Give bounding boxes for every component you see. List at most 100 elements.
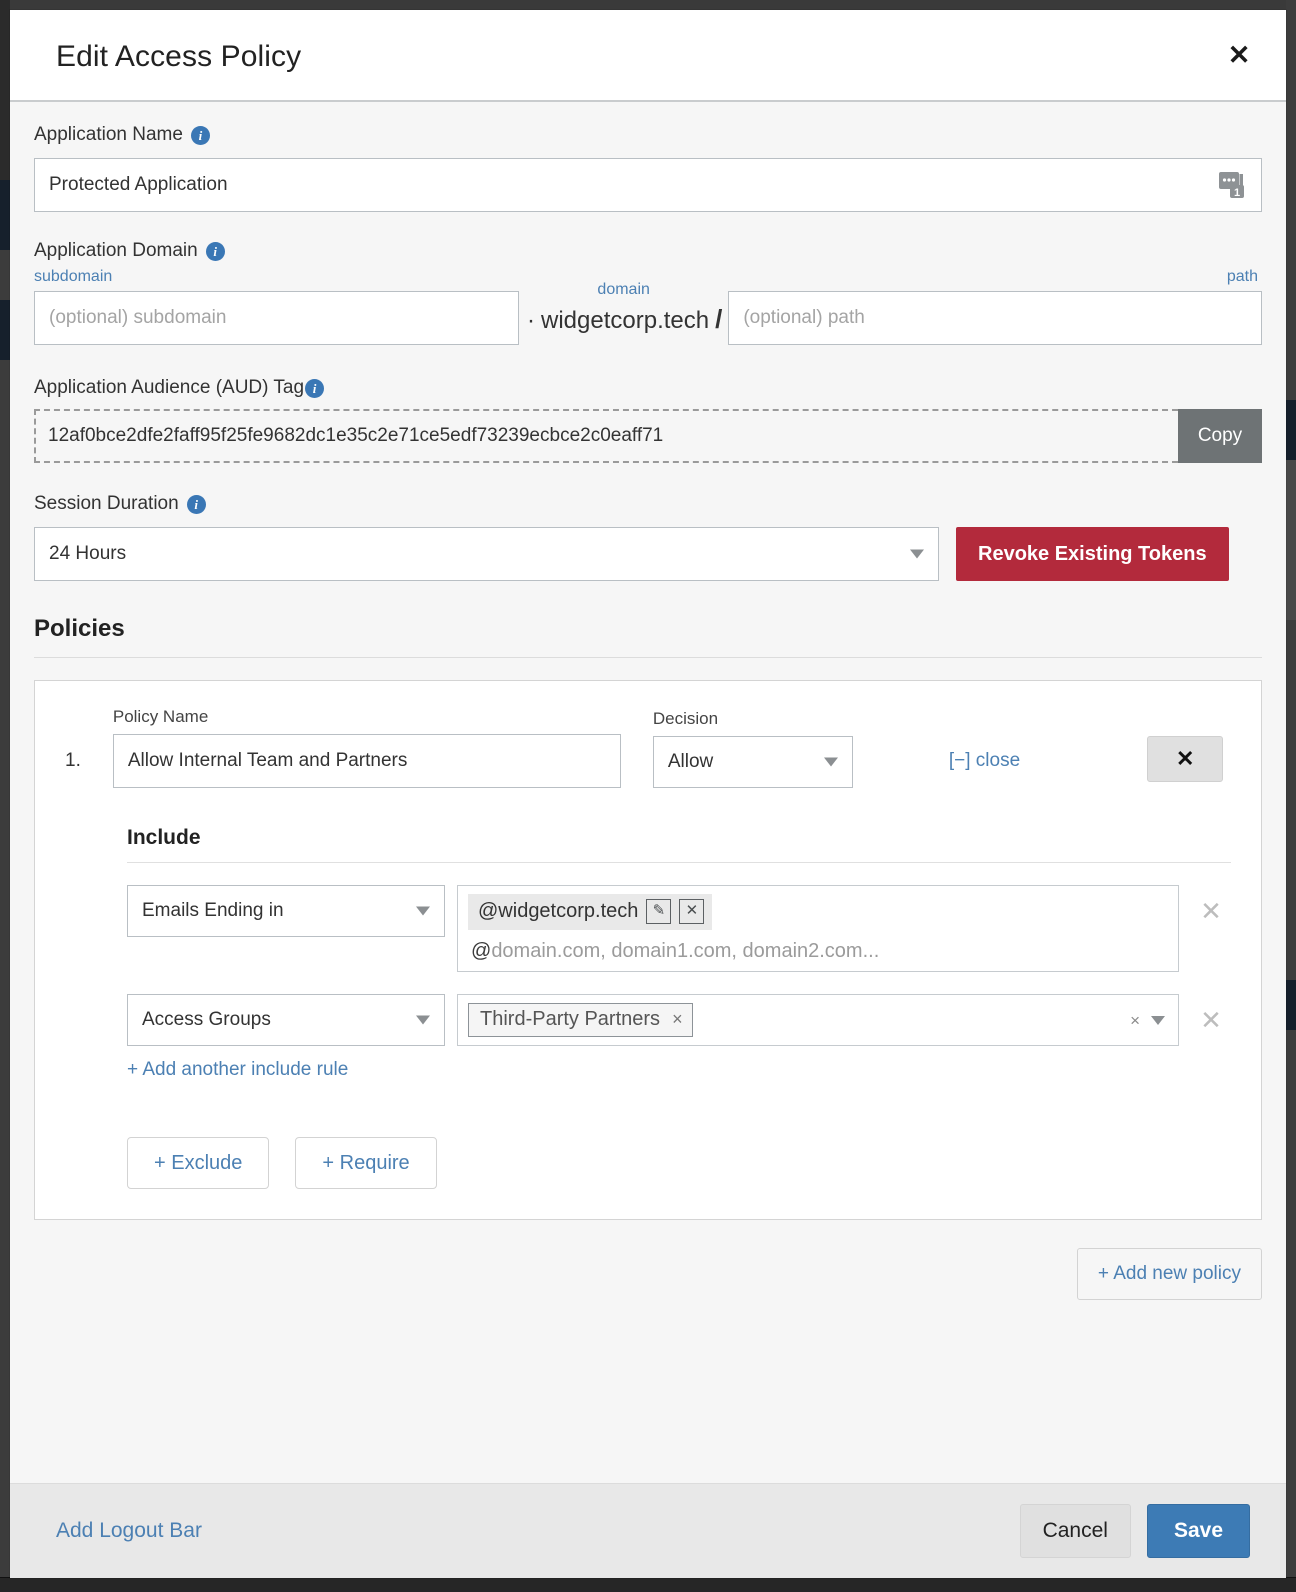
access-group-token-label: Third-Party Partners <box>480 1008 661 1030</box>
policy-decision-column: Decision Allow <box>652 709 853 788</box>
add-require-button[interactable]: + Require <box>295 1137 437 1189</box>
include-rule-type-value: Emails Ending in <box>142 900 284 921</box>
session-duration-select[interactable]: 24 Hours <box>34 527 939 581</box>
application-name-group: Application Name i 1 <box>34 124 1262 212</box>
add-exclude-button[interactable]: + Exclude <box>127 1137 270 1189</box>
modal-header: Edit Access Policy ✕ <box>10 10 1286 102</box>
email-domain-hint: @domain.com, domain1.com, domain2.com... <box>471 940 1168 963</box>
info-icon[interactable]: i <box>190 125 210 145</box>
save-button[interactable]: Save <box>1146 1504 1250 1558</box>
aud-tag-wrap: 12af0bce2dfe2faff95f25fe9682dc1e35c2e71c… <box>34 409 1262 463</box>
policy-remove-button[interactable]: ✕ <box>1147 736 1224 782</box>
domain-dot: · <box>527 307 535 334</box>
policy-name-input[interactable] <box>112 734 621 788</box>
remove-include-rule-icon[interactable]: ✕ <box>1191 885 1231 937</box>
application-domain-label: Application Domain <box>34 240 198 261</box>
policy-decision-label: Decision <box>652 709 719 728</box>
svg-text:1: 1 <box>1234 187 1240 199</box>
policy-name-label: Policy Name <box>112 707 209 726</box>
application-name-input-wrap: 1 <box>34 158 1262 212</box>
close-icon[interactable]: ✕ <box>1222 38 1256 72</box>
cancel-button[interactable]: Cancel <box>1019 1504 1131 1558</box>
domain-static-column: domain · widgetcorp.tech / <box>519 281 728 345</box>
chevron-down-icon <box>416 906 430 916</box>
application-domain-label-row: Application Domain i <box>34 240 1262 262</box>
chevron-down-icon <box>416 1015 430 1025</box>
include-rule-type-select[interactable]: Access Groups <box>127 994 445 1046</box>
session-duration-group: Session Duration i 24 Hours Revoke Exist… <box>34 493 1262 581</box>
path-column: path <box>728 268 1262 345</box>
policies-heading: Policies <box>34 615 1262 658</box>
policy-decision-select[interactable]: Allow <box>652 736 853 788</box>
info-icon[interactable]: i <box>205 241 225 261</box>
subdomain-label: subdomain <box>34 268 113 285</box>
exclude-require-row: + Exclude + Require <box>127 1137 1231 1189</box>
copy-button[interactable]: Copy <box>1178 409 1262 463</box>
include-rule-type-value: Access Groups <box>142 1009 271 1030</box>
app-logo-icon[interactable]: 1 <box>1218 171 1248 199</box>
session-duration-label-row: Session Duration i <box>34 493 1262 515</box>
remove-token-icon[interactable]: × <box>672 1009 683 1030</box>
session-duration-label: Session Duration <box>34 493 179 514</box>
path-input[interactable] <box>728 291 1262 345</box>
email-domain-token-label: @widgetcorp.tech <box>478 900 639 922</box>
session-duration-line: 24 Hours Revoke Existing Tokens <box>34 527 1262 581</box>
domain-value: widgetcorp.tech <box>541 307 710 334</box>
page-title: Edit Access Policy <box>56 40 302 73</box>
background-bottom-bar <box>0 1577 1296 1592</box>
pencil-icon[interactable]: ✎ <box>646 899 672 924</box>
application-name-label: Application Name <box>34 124 183 145</box>
background-left-sidebar <box>0 0 10 1592</box>
edit-access-policy-modal: Edit Access Policy ✕ Application Name i <box>10 10 1286 1578</box>
policy-card: 1. Policy Name Decision Allow [−] close … <box>34 680 1262 1220</box>
policy-header-row: 1. Policy Name Decision Allow [−] close … <box>65 707 1231 788</box>
access-group-token: Third-Party Partners × <box>468 1003 693 1037</box>
footer-buttons: Cancel Save <box>1019 1504 1250 1558</box>
policy-index: 1. <box>65 750 81 771</box>
clear-selection-icon[interactable]: × <box>1130 1011 1140 1031</box>
include-rule-row: Access Groups Third-Party Partners × × ✕ <box>127 994 1231 1046</box>
aud-tag-label-row: Application Audience (AUD) Tag i <box>34 377 1262 399</box>
include-heading: Include <box>127 826 1231 863</box>
domain-slash: / <box>715 304 723 334</box>
info-icon[interactable]: i <box>186 494 206 514</box>
add-policy-row: + Add new policy <box>34 1248 1262 1300</box>
add-new-policy-button[interactable]: + Add new policy <box>1076 1248 1262 1300</box>
subdomain-input[interactable] <box>34 291 519 345</box>
policy-name-column: Policy Name <box>112 707 621 788</box>
email-domain-token: @widgetcorp.tech ✎ ✕ <box>468 894 713 930</box>
revoke-existing-tokens-button[interactable]: Revoke Existing Tokens <box>956 527 1229 581</box>
chevron-down-icon[interactable] <box>1151 1016 1165 1025</box>
chevron-down-icon <box>823 757 838 767</box>
subdomain-column: subdomain <box>34 268 519 345</box>
access-groups-token-box[interactable]: Third-Party Partners × × <box>457 994 1179 1046</box>
application-name-label-row: Application Name i <box>34 124 1262 146</box>
session-duration-value: 24 Hours <box>49 543 127 564</box>
at-symbol: @ <box>471 940 492 962</box>
domain-static-text: · widgetcorp.tech / <box>519 304 728 345</box>
modal-body: Application Name i 1 <box>10 102 1286 1483</box>
policy-collapse-link[interactable]: [−] close <box>949 750 1020 788</box>
info-icon[interactable]: i <box>305 378 325 398</box>
policy-decision-value: Allow <box>667 751 714 772</box>
domain-grid: subdomain domain · widgetcorp.tech / pat… <box>34 268 1262 345</box>
remove-include-rule-icon[interactable]: ✕ <box>1191 994 1231 1046</box>
chevron-down-icon <box>910 549 924 559</box>
close-box-icon[interactable]: ✕ <box>679 899 705 924</box>
include-rule-type-select[interactable]: Emails Ending in <box>127 885 445 937</box>
email-domain-hint-rest: domain.com, domain1.com, domain2.com... <box>491 940 880 962</box>
aud-tag-group: Application Audience (AUD) Tag i 12af0bc… <box>34 377 1262 463</box>
background-right-panel <box>1286 0 1296 1592</box>
include-rule-type-column: Access Groups <box>127 994 445 1046</box>
email-domain-token-box[interactable]: @widgetcorp.tech ✎ ✕ @domain.com, domain… <box>457 885 1179 972</box>
application-domain-group: Application Domain i subdomain domain · … <box>34 240 1262 345</box>
domain-label: domain <box>597 281 650 298</box>
include-rule-type-column: Emails Ending in <box>127 885 445 937</box>
include-rule-row: Emails Ending in @widgetcorp.tech ✎ ✕ @d… <box>127 885 1231 972</box>
add-another-include-rule-link[interactable]: + Add another include rule <box>127 1059 348 1081</box>
path-label: path <box>1226 268 1258 285</box>
modal-footer: Add Logout Bar Cancel Save <box>10 1483 1286 1578</box>
add-logout-bar-link[interactable]: Add Logout Bar <box>56 1519 202 1543</box>
application-name-input[interactable] <box>34 158 1262 212</box>
aud-tag-value[interactable]: 12af0bce2dfe2faff95f25fe9682dc1e35c2e71c… <box>34 409 1178 463</box>
